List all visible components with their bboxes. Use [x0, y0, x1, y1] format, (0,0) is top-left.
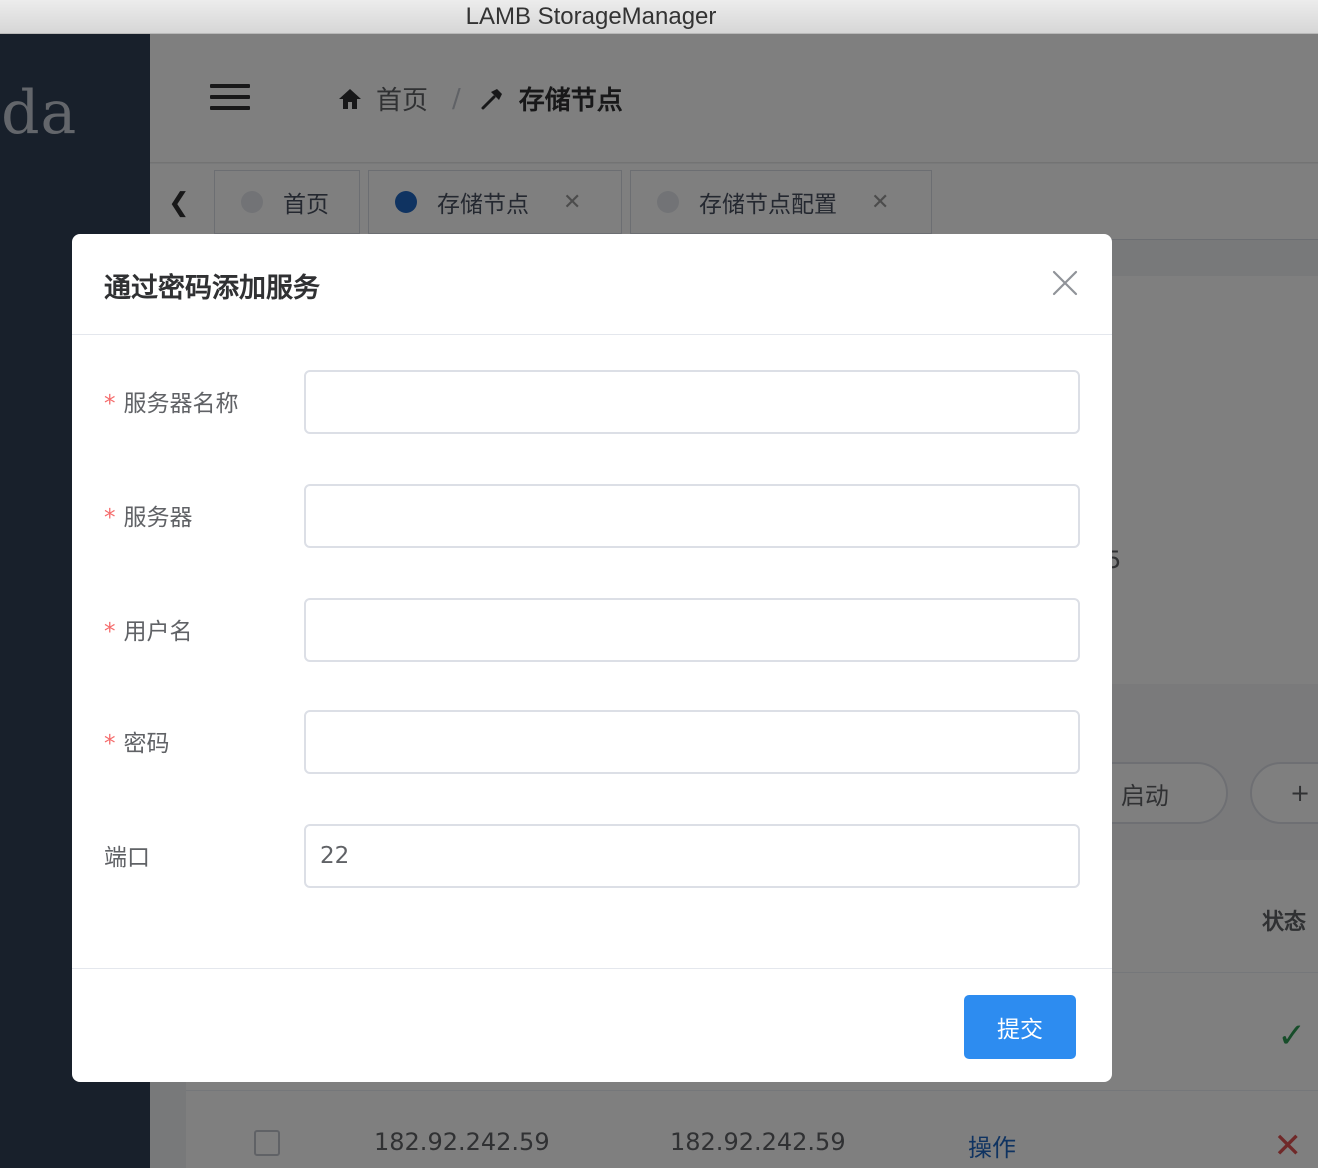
form-row-server: * 服务器	[72, 484, 1112, 548]
dialog-header: 通过密码添加服务	[72, 234, 1112, 335]
required-mark: *	[104, 391, 116, 417]
required-mark: *	[104, 619, 116, 645]
add-service-dialog: 通过密码添加服务 *服务器名称 *服务器 *用户名 *密码 端口 提交	[72, 234, 1112, 1082]
close-icon[interactable]	[1050, 268, 1080, 298]
password-input[interactable]	[304, 710, 1080, 774]
window-titlebar: LAMB StorageManager	[0, 0, 1318, 34]
field-label: * 密码	[104, 731, 170, 757]
server-input[interactable]	[304, 484, 1080, 548]
submit-button[interactable]: 提交	[964, 995, 1076, 1059]
required-mark: *	[104, 731, 116, 757]
form-row-password: * 密码	[72, 710, 1112, 774]
dialog-footer: 提交	[72, 968, 1112, 1082]
required-mark: *	[104, 505, 116, 531]
username-input[interactable]	[304, 598, 1080, 662]
port-input[interactable]	[304, 824, 1080, 888]
field-label: 端口	[104, 845, 150, 871]
form-row-username: * 用户名	[72, 598, 1112, 662]
server-name-input[interactable]	[304, 370, 1080, 434]
window-title: LAMB StorageManager	[465, 2, 717, 30]
form-row-server-name: * 服务器名称	[72, 370, 1112, 434]
field-label: * 服务器	[104, 505, 193, 531]
field-label: * 用户名	[104, 619, 193, 645]
dialog-title: 通过密码添加服务	[104, 273, 320, 304]
form-row-port: 端口	[72, 824, 1112, 888]
field-label: * 服务器名称	[104, 391, 239, 417]
